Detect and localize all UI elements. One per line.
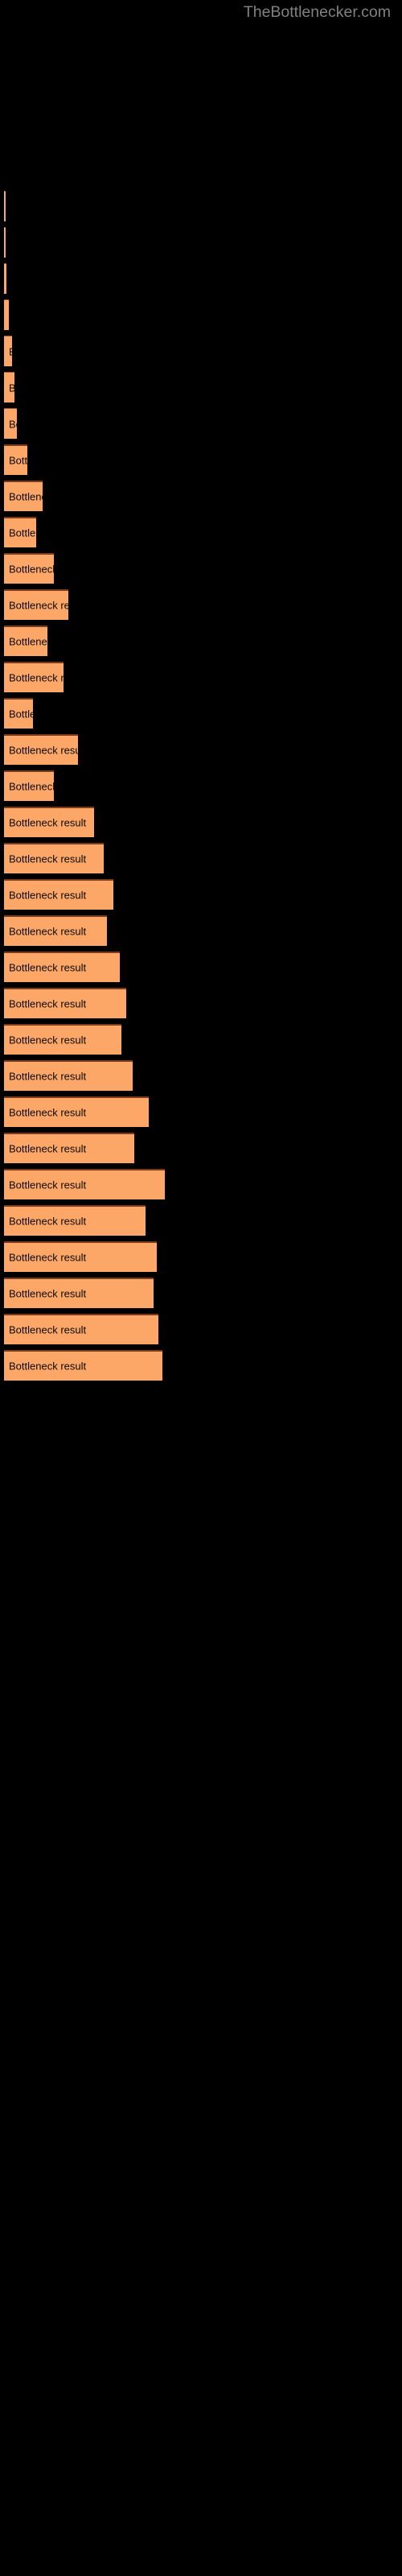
bar-label: Bottleneck result: [9, 418, 17, 430]
bar-label: Bottleneck result: [9, 635, 47, 648]
bar-row: Bottleneck result: [0, 1024, 402, 1055]
bar-row: Bottleneck result: [0, 662, 402, 692]
bar-row: Bottleneck result: [0, 227, 402, 258]
bar-label: Bottleneck result: [9, 1142, 87, 1155]
bar-row: Bottleneck result: [0, 1205, 402, 1236]
bar-row: Bottleneck result: [0, 553, 402, 584]
bar[interactable]: Bottleneck result: [4, 734, 78, 765]
bar-label: Bottleneck result: [9, 345, 12, 357]
bottleneck-bar-chart: Bottleneck result Bottleneck result Bottle…: [0, 0, 402, 2576]
page-root: TheBottlenecker.com Bottleneck resultBot…: [0, 0, 402, 2576]
bar[interactable]: Bottleneck result: [4, 1350, 162, 1381]
bar[interactable]: Bottleneck result: [4, 1024, 121, 1055]
bar-label: Bottleneck result: [9, 816, 87, 829]
bar-label: Bottleneck result: [9, 889, 87, 902]
bar[interactable]: Bottleneck result: [4, 227, 6, 258]
bar[interactable]: Bottleneck result: [4, 1169, 165, 1199]
bar-row: Bottleneck result: [0, 1278, 402, 1308]
bar-row: Bottleneck result: [0, 263, 402, 294]
bar-label: Bottleneck result: [9, 780, 54, 793]
bar-row: Bottleneck result: [0, 915, 402, 946]
bar[interactable]: Bottleneck result: [4, 408, 17, 439]
bar-label: Bottleneck result: [9, 1251, 87, 1264]
bar-row: Bottleneck result: [0, 770, 402, 801]
bar-label: Bottleneck result: [9, 1287, 87, 1300]
bar[interactable]: Bottleneck result: [4, 915, 107, 946]
bar-row: Bottleneck result: [0, 1241, 402, 1272]
bar-label: Bottleneck result: [9, 925, 87, 938]
bar-row: Bottleneck result: [0, 952, 402, 982]
bar[interactable]: Bottleneck result: [4, 299, 9, 330]
bar-label: Bottleneck result: [9, 599, 68, 612]
bar[interactable]: Bottleneck result: [4, 1096, 149, 1127]
bar[interactable]: Bottleneck result: [4, 589, 68, 620]
bar-row: Bottleneck result: [0, 988, 402, 1018]
bar-row: Bottleneck result: [0, 698, 402, 729]
bar-row: Bottleneck result: [0, 1350, 402, 1381]
bar-label: Bottleneck result: [9, 454, 27, 467]
bar-row: Bottleneck result: [0, 734, 402, 765]
bar-row: Bottleneck result: [0, 625, 402, 656]
bar-label: Bottleneck result: [9, 961, 87, 974]
bar-row: Bottleneck result: [0, 444, 402, 475]
bar[interactable]: Bottleneck result: [4, 625, 47, 656]
bar[interactable]: Bottleneck result: [4, 879, 113, 910]
bar-row: Bottleneck result: [0, 336, 402, 366]
bar-row: Bottleneck result: [0, 879, 402, 910]
bar[interactable]: Bottleneck result: [4, 1278, 154, 1308]
bar[interactable]: Bottleneck result: [4, 807, 94, 837]
bar-row: Bottleneck result: [0, 807, 402, 837]
bar[interactable]: Bottleneck result: [4, 336, 12, 366]
bar[interactable]: Bottleneck result: [4, 191, 6, 221]
bar-row: Bottleneck result: [0, 481, 402, 511]
bar-row: Bottleneck result: [0, 1133, 402, 1163]
bar-label: Bottleneck result: [9, 1323, 87, 1336]
bar-row: Bottleneck result: [0, 1314, 402, 1344]
bar-row: Bottleneck result: [0, 843, 402, 873]
bar[interactable]: Bottleneck result: [4, 553, 54, 584]
bar[interactable]: Bottleneck result: [4, 770, 54, 801]
bar-row: Bottleneck result: [0, 1169, 402, 1199]
bar[interactable]: Bottleneck result: [4, 481, 43, 511]
bar[interactable]: Bottleneck result: [4, 1205, 146, 1236]
bar-label: Bottleneck result: [9, 563, 54, 576]
bar-label: Bottleneck result: [9, 382, 14, 394]
bar[interactable]: Bottleneck result: [4, 662, 64, 692]
bar-row: Bottleneck result: [0, 517, 402, 547]
bar-label: Bottleneck result: [9, 1034, 87, 1046]
bar[interactable]: Bottleneck result: [4, 698, 33, 729]
bar-row: Bottleneck result: [0, 589, 402, 620]
bar-row: Bottleneck result: [0, 372, 402, 402]
bar[interactable]: Bottleneck result: [4, 843, 104, 873]
bar[interactable]: Bottleneck result: [4, 952, 120, 982]
bar[interactable]: Bottleneck result: [4, 372, 14, 402]
bar-label: Bottleneck result: [9, 490, 43, 503]
bar-label: Bottleneck result: [9, 671, 64, 684]
bar[interactable]: Bottleneck result: [4, 1314, 158, 1344]
bar-label: Bottleneck result: [9, 1179, 87, 1191]
bar[interactable]: Bottleneck result: [4, 444, 27, 475]
bar[interactable]: Bottleneck result: [4, 1060, 133, 1091]
bar-label: Bottleneck result: [9, 708, 33, 720]
bar[interactable]: Bottleneck result: [4, 263, 6, 294]
bar[interactable]: Bottleneck result: [4, 1133, 134, 1163]
bar[interactable]: Bottleneck result: [4, 517, 36, 547]
bar-row: Bottleneck result: [0, 191, 402, 221]
bar-label: Bottleneck result: [9, 526, 36, 539]
bar-row: Bottleneck result: [0, 299, 402, 330]
bar-row: Bottleneck result: [0, 408, 402, 439]
bar-label: Bottleneck result: [9, 744, 78, 757]
bar-row: Bottleneck result: [0, 1060, 402, 1091]
bar-label: Bottleneck result: [9, 997, 87, 1010]
bar-label: Bottleneck result: [9, 1070, 87, 1083]
bar[interactable]: Bottleneck result: [4, 988, 126, 1018]
bar-label: Bottleneck result: [9, 1215, 87, 1228]
bar-label: Bottleneck result: [9, 1360, 87, 1373]
bar[interactable]: Bottleneck result: [4, 1241, 157, 1272]
bar-row: Bottleneck result: [0, 1096, 402, 1127]
bar-label: Bottleneck result: [9, 1106, 87, 1119]
bar-label: Bottleneck result: [9, 852, 87, 865]
